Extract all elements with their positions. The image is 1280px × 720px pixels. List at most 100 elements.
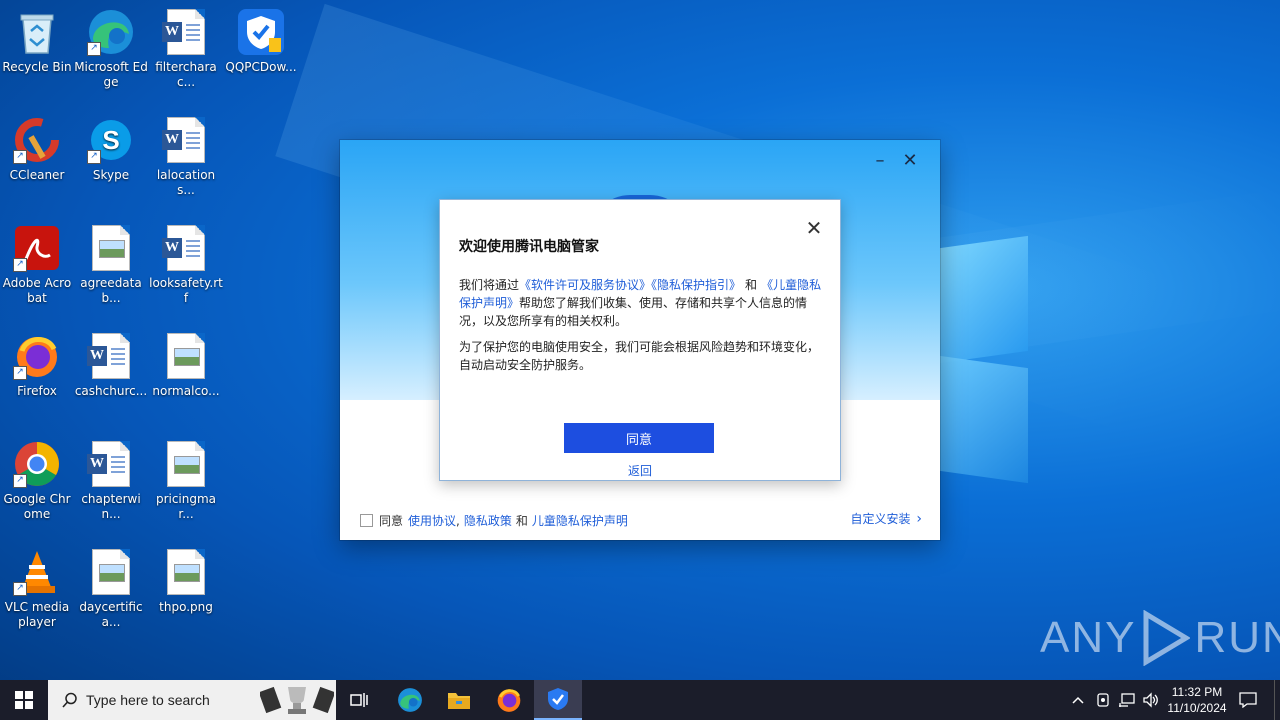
custom-install-link[interactable]: 自定义安装 › bbox=[851, 510, 922, 527]
taskbar-file-explorer-button[interactable] bbox=[435, 680, 483, 720]
show-desktop-button[interactable] bbox=[1274, 680, 1280, 720]
desktop-icon-agreedatab[interactable]: agreedatab... bbox=[74, 224, 148, 306]
folder-icon bbox=[448, 693, 470, 709]
search-icon bbox=[62, 692, 77, 708]
agree-prefix: 同意 bbox=[379, 514, 404, 528]
shortcut-arrow-icon: ↗ bbox=[87, 42, 101, 56]
desktop-icon-daycertifica[interactable]: daycertifica... bbox=[74, 548, 148, 630]
back-link[interactable]: 返回 bbox=[440, 462, 840, 479]
children-privacy-link[interactable]: 儿童隐私保护声明 bbox=[532, 512, 628, 529]
desktop-icon-label: looksafety.rtf bbox=[149, 276, 223, 305]
taskbar-tencent-button[interactable] bbox=[534, 680, 582, 720]
desktop-icon-lalocations[interactable]: W lalocations... bbox=[149, 116, 223, 198]
edge-icon: ↗ bbox=[87, 8, 135, 56]
desktop-icon-label: Firefox bbox=[17, 384, 57, 398]
desktop-icon-firefox[interactable]: ↗ Firefox bbox=[0, 332, 74, 399]
desktop-icon-chapterwin[interactable]: W chapterwin... bbox=[74, 440, 148, 522]
privacy-policy-link[interactable]: 隐私政策 bbox=[464, 512, 512, 529]
firefox-icon: ↗ bbox=[13, 332, 61, 380]
taskbar: Type here to search 11:32 PM 11/10/2024 bbox=[0, 680, 1280, 720]
show-hidden-icons-button[interactable] bbox=[1068, 680, 1088, 720]
desktop-icon-ccleaner[interactable]: ↗ CCleaner bbox=[0, 116, 74, 183]
desktop-icon-label: agreedatab... bbox=[80, 276, 142, 305]
desktop-icon-label: daycertifica... bbox=[79, 600, 143, 629]
separator: , bbox=[456, 513, 460, 528]
and-text: 和 bbox=[515, 514, 528, 528]
action-center-button[interactable] bbox=[1236, 680, 1260, 720]
taskbar-edge-button[interactable] bbox=[386, 680, 434, 720]
desktop-icon-microsoft-edge[interactable]: ↗ Microsoft Edge bbox=[74, 8, 148, 90]
p1-and: 和 bbox=[745, 278, 758, 292]
word-document-icon: W bbox=[162, 116, 210, 164]
taskbar-firefox-button[interactable] bbox=[485, 680, 533, 720]
desktop-icon-label: CCleaner bbox=[9, 168, 65, 182]
clock-date: 11/10/2024 bbox=[1167, 701, 1227, 715]
recycle-bin-icon bbox=[13, 8, 61, 56]
dialog-paragraph-1: 我们将通过《软件许可及服务协议》《隐私保护指引》和《儿童隐私保护声明》帮助您了解… bbox=[459, 276, 827, 330]
watermark-left-text: ANY bbox=[1040, 613, 1137, 662]
desktop-icon-filtercharac[interactable]: W filtercharac... bbox=[149, 8, 223, 90]
taskbar-search-box[interactable]: Type here to search bbox=[48, 680, 336, 720]
desktop-icon-label: Recycle Bin bbox=[2, 60, 72, 74]
skype-icon: S ↗ bbox=[87, 116, 135, 164]
ccleaner-icon: ↗ bbox=[13, 116, 61, 164]
desktop-icon-qqpcdow[interactable]: QQPCDow... bbox=[224, 8, 298, 75]
adobe-acrobat-icon: ↗ bbox=[13, 224, 61, 272]
desktop-icon-recycle-bin[interactable]: Recycle Bin bbox=[0, 8, 74, 75]
shortcut-arrow-icon: ↗ bbox=[13, 150, 27, 164]
desktop-icon-label: Google Chrome bbox=[3, 492, 71, 521]
desktop-icon-label: Skype bbox=[92, 168, 130, 182]
desktop-icon-label: normalco... bbox=[152, 384, 220, 398]
agreement-row: 同意 使用协议 , 隐私政策 和 儿童隐私保护声明 bbox=[360, 512, 628, 529]
desktop-icon-label: pricingmar... bbox=[155, 492, 217, 521]
desktop-icon-looksafety[interactable]: W looksafety.rtf bbox=[149, 224, 223, 306]
volume-tray-button[interactable] bbox=[1140, 680, 1162, 720]
wallpaper-pane bbox=[940, 235, 1028, 364]
chevron-up-icon bbox=[1072, 696, 1084, 704]
desktop-icon-normalco[interactable]: normalco... bbox=[149, 332, 223, 399]
agree-checkbox[interactable] bbox=[360, 514, 373, 527]
desktop-icon-pricingmar[interactable]: pricingmar... bbox=[149, 440, 223, 522]
desktop-icon-vlc[interactable]: ↗ VLC media player bbox=[0, 548, 74, 630]
image-file-icon bbox=[87, 224, 135, 272]
start-button[interactable] bbox=[0, 680, 48, 720]
privacy-guide-link[interactable]: 《隐私保护指引》 bbox=[651, 278, 741, 292]
desktop-icon-label: QQPCDow... bbox=[225, 60, 297, 74]
desktop-icon-adobe-acrobat[interactable]: ↗ Adobe Acrobat bbox=[0, 224, 74, 306]
agree-button[interactable]: 同意 bbox=[564, 423, 714, 453]
dialog-close-button[interactable]: ✕ bbox=[804, 218, 824, 238]
edge-icon bbox=[398, 688, 422, 712]
window-close-button[interactable]: ✕ bbox=[899, 150, 921, 172]
shortcut-arrow-icon: ↗ bbox=[13, 582, 27, 596]
desktop-icon-label: lalocations... bbox=[156, 168, 216, 197]
tray-app-icon[interactable] bbox=[1092, 680, 1114, 720]
desktop-icon-label: Microsoft Edge bbox=[74, 60, 148, 89]
taskbar-clock[interactable]: 11:32 PM 11/10/2024 bbox=[1160, 684, 1234, 716]
shortcut-arrow-icon: ↗ bbox=[87, 150, 101, 164]
search-highlight-trophy-icon bbox=[260, 686, 334, 714]
task-view-button[interactable] bbox=[336, 680, 384, 720]
word-document-icon: W bbox=[162, 8, 210, 56]
tray-device-icon bbox=[1097, 693, 1109, 707]
word-document-icon: W bbox=[162, 224, 210, 272]
dialog-title: 欢迎使用腾讯电脑管家 bbox=[459, 239, 599, 255]
tencent-shield-icon bbox=[548, 688, 568, 710]
license-agreement-link[interactable]: 《软件许可及服务协议》 bbox=[519, 278, 651, 292]
welcome-consent-dialog: ✕ 欢迎使用腾讯电脑管家 我们将通过《软件许可及服务协议》《隐私保护指引》和《儿… bbox=[439, 199, 841, 481]
tencent-shield-icon bbox=[237, 8, 285, 56]
desktop-icon-google-chrome[interactable]: ↗ Google Chrome bbox=[0, 440, 74, 522]
chrome-icon: ↗ bbox=[13, 440, 61, 488]
word-document-icon: W bbox=[87, 332, 135, 380]
word-document-icon: W bbox=[87, 440, 135, 488]
desktop-icon-label: filtercharac... bbox=[155, 60, 217, 89]
minimize-button[interactable]: – bbox=[869, 150, 891, 172]
task-view-icon bbox=[350, 693, 368, 707]
svg-text:S: S bbox=[102, 125, 119, 155]
desktop-icon-thpo[interactable]: thpo.png bbox=[149, 548, 223, 615]
network-tray-button[interactable] bbox=[1116, 680, 1138, 720]
chevron-right-icon: › bbox=[916, 511, 922, 527]
desktop-icon-skype[interactable]: S ↗ Skype bbox=[74, 116, 148, 183]
clock-time: 11:32 PM bbox=[1171, 685, 1223, 699]
desktop-icon-cashchurc[interactable]: W cashchurc... bbox=[74, 332, 148, 399]
terms-link[interactable]: 使用协议 bbox=[408, 512, 456, 529]
